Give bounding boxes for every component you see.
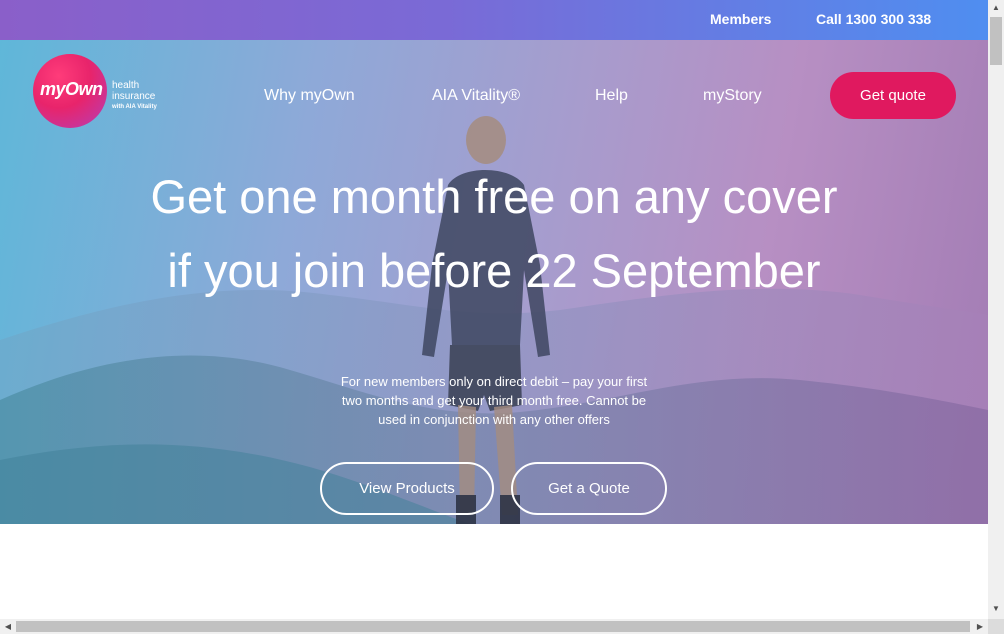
nav-item-aia-vitality[interactable]: AIA Vitality® bbox=[432, 87, 520, 105]
triangle-up-icon[interactable]: ▲ bbox=[988, 0, 1004, 16]
triangle-left-icon[interactable]: ◀ bbox=[0, 619, 16, 634]
hero-headline-line2: if you join before 22 September bbox=[167, 244, 821, 297]
members-link[interactable]: Members bbox=[710, 11, 771, 27]
horizontal-scroll-thumb[interactable] bbox=[16, 621, 970, 632]
hero-headline-line1: Get one month free on any cover bbox=[150, 170, 838, 223]
nav-item-why-myown[interactable]: Why myOwn bbox=[264, 87, 355, 105]
vertical-scrollbar[interactable]: ▲ ▼ bbox=[988, 0, 1004, 619]
get-a-quote-button[interactable]: Get a Quote bbox=[511, 462, 667, 515]
hero-banner: myOwn health insurance with AIA Vitality… bbox=[0, 40, 988, 524]
logo-brand-text: myOwn bbox=[40, 79, 103, 99]
nav-item-help[interactable]: Help bbox=[595, 87, 628, 105]
get-quote-button[interactable]: Get quote bbox=[830, 72, 956, 119]
view-products-button[interactable]: View Products bbox=[320, 462, 494, 515]
logo-line-insurance: insurance bbox=[112, 91, 156, 102]
logo-line-health: health bbox=[112, 80, 140, 91]
page-viewport: Members Call 1300 300 338 myOwn health i… bbox=[0, 0, 988, 619]
nav-item-mystory[interactable]: myStory bbox=[703, 87, 762, 105]
utility-bar: Members Call 1300 300 338 bbox=[0, 0, 988, 40]
vertical-scroll-thumb[interactable] bbox=[990, 17, 1002, 65]
scrollbar-corner bbox=[988, 619, 1004, 634]
myown-logo[interactable]: myOwn health insurance with AIA Vitality bbox=[33, 54, 173, 130]
call-link[interactable]: Call 1300 300 338 bbox=[816, 11, 931, 27]
hero-headline: Get one month free on any cover if you j… bbox=[0, 160, 988, 308]
horizontal-scrollbar[interactable]: ◀ ▶ bbox=[0, 619, 988, 634]
triangle-right-icon[interactable]: ▶ bbox=[972, 619, 988, 634]
logo-tagline: health insurance with AIA Vitality bbox=[112, 80, 157, 113]
hero-subtext: For new members only on direct debit – p… bbox=[340, 374, 648, 427]
triangle-down-icon[interactable]: ▼ bbox=[988, 601, 1004, 617]
logo-line-aia: with AIA Vitality bbox=[112, 104, 157, 110]
